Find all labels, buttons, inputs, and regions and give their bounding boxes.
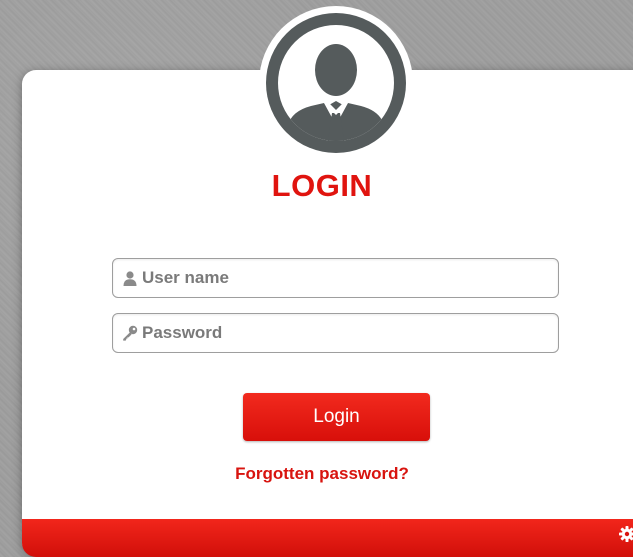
footer-bar [22,519,633,557]
password-field[interactable] [112,313,559,353]
login-button[interactable]: Login [243,393,430,441]
page-title: LOGIN [271,168,373,203]
username-field[interactable] [112,258,559,298]
forgot-password-link[interactable]: Forgotten password? [7,464,633,484]
user-avatar-icon [266,13,406,153]
gear-icon[interactable] [619,526,633,542]
username-input[interactable] [142,268,542,288]
password-input[interactable] [142,323,542,343]
avatar [259,6,413,160]
key-icon [121,324,139,342]
user-icon [121,269,139,287]
